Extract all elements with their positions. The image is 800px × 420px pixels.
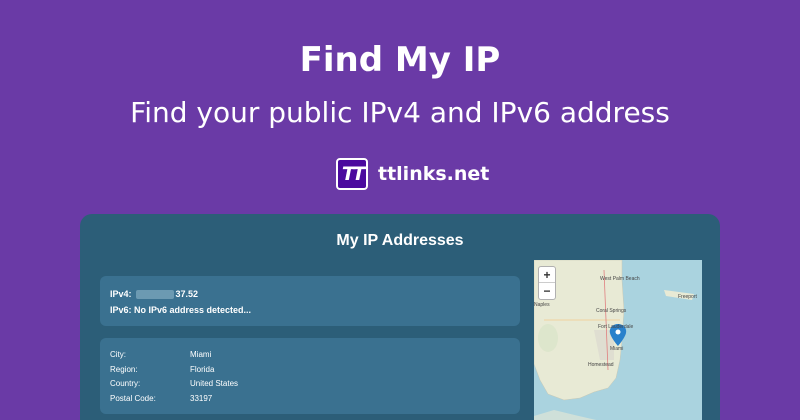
everglades-area: [538, 324, 558, 352]
geo-row-city: City: Miami: [110, 348, 510, 363]
ipv4-label: IPv4:: [110, 289, 132, 299]
page-subtitle: Find your public IPv4 and IPv6 address: [130, 96, 670, 129]
ipv4-value: 37.52: [175, 289, 199, 299]
map-label: Homestead: [588, 362, 614, 368]
ipv6-line: IPv6: No IPv6 address detected...: [110, 305, 252, 315]
keys-land: [534, 410, 597, 420]
map-label: Coral Springs: [596, 308, 627, 314]
geo-key: Region:: [110, 364, 138, 374]
page-title: Find My IP: [299, 40, 501, 80]
ip-card: My IP Addresses IPv4: 37.52 IPv6: No IPv…: [80, 214, 720, 420]
map-label: Fort Lauderdale: [598, 324, 634, 330]
geo-row-postal: Postal Code: 33197: [110, 392, 510, 407]
geo-value: Miami: [190, 350, 212, 359]
geo-value: 33197: [190, 393, 213, 403]
map-label: Freeport: [678, 294, 697, 300]
map-label: West Palm Beach: [600, 276, 640, 282]
map-label: Miami: [610, 346, 624, 352]
brand-logo-icon: TT: [336, 158, 368, 190]
geo-row-country: Country: United States: [110, 377, 510, 392]
brand[interactable]: TT ttlinks.net: [336, 158, 489, 190]
ip-address-box: IPv4: 37.52 IPv6: No IPv6 address detect…: [100, 276, 520, 326]
location-map[interactable]: West Palm Beach Coral Springs Fort Laude…: [534, 260, 702, 420]
map-label: Naples: [534, 302, 550, 308]
geo-info-box: City: Miami Region: Florida Country: Uni…: [100, 338, 520, 414]
geo-value: United States: [190, 379, 239, 388]
redacted-mask: [135, 289, 174, 299]
card-title: My IP Addresses: [336, 232, 464, 249]
geo-key: City:: [110, 350, 126, 359]
zoom-in-button[interactable]: +: [539, 267, 555, 283]
zoom-control: + −: [538, 266, 556, 300]
geo-value: Florida: [190, 364, 215, 374]
ipv4-line: IPv4: 37.52: [110, 286, 510, 302]
geo-key: Postal Code:: [110, 393, 156, 403]
geo-row-region: Region: Florida: [110, 363, 510, 378]
brand-name: ttlinks.net: [378, 163, 490, 185]
geo-key: Country:: [110, 379, 141, 388]
map-tiles: [534, 260, 694, 420]
zoom-out-button[interactable]: −: [539, 283, 555, 299]
